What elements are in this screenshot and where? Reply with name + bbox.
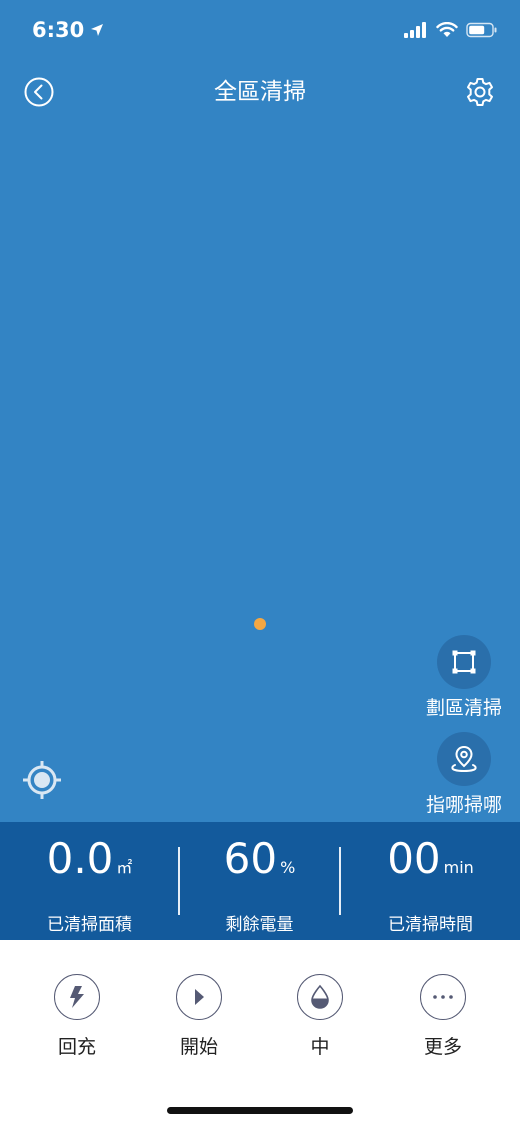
recharge-button[interactable]: 回充 [27,974,127,1059]
water-level-label: 中 [310,1036,330,1058]
water-level-button[interactable]: 中 [270,974,370,1059]
battery-value: 60 [223,834,278,883]
recharge-label: 回充 [57,1036,96,1058]
status-time: 6:30 [32,18,104,42]
water-drop-icon [311,984,329,1009]
cleaning-time-unit: min [443,858,474,877]
zone-clean-label: 劃區清掃 [425,697,502,719]
lightning-icon [70,986,84,1008]
signal-icon [404,22,426,38]
bottom-controls: 回充 開始 中 更多 [0,940,520,1126]
cleaned-area-unit: ㎡ [116,858,133,877]
zone-select-icon [452,650,476,674]
stats-divider [339,847,341,915]
more-label: 更多 [423,1036,462,1058]
robot-position-dot [254,618,266,630]
more-button[interactable]: 更多 [393,974,493,1059]
locate-robot-button[interactable] [23,761,61,799]
start-ring[interactable] [176,974,222,1020]
spot-clean-circle[interactable] [437,732,491,786]
zone-clean-circle[interactable] [437,635,491,689]
stat-cleaning-time: 00 min 已清掃時間 [344,822,517,940]
recharge-ring[interactable] [54,974,100,1020]
stats-bar: 0.0 ㎡ 已清掃面積 60 % 剩餘電量 00 min 已清掃時間 [0,822,520,940]
zone-clean-button[interactable]: 劃區清掃 [414,635,514,720]
spot-clean-button[interactable]: 指哪掃哪 [414,732,514,817]
battery-icon [466,22,497,38]
stat-cleaned-area: 0.0 ㎡ 已清掃面積 [3,822,176,940]
settings-button[interactable] [464,76,496,108]
battery-label: 剩餘電量 [225,915,294,935]
cleaning-time-value: 00 [387,834,441,883]
water-level-ring[interactable] [297,974,343,1020]
more-dots-icon [433,995,453,999]
stat-battery: 60 % 剩餘電量 [173,822,346,940]
map-area[interactable]: 6:30 全區清掃 劃區清掃 指哪掃哪 [0,0,520,822]
cleaned-area-value: 0.0 [46,834,114,883]
gear-icon [467,78,493,106]
battery-unit: % [280,858,296,877]
start-button[interactable]: 開始 [149,974,249,1059]
page-title: 全區清掃 [214,79,306,105]
map-pin-icon [451,745,477,772]
cleaning-time-label: 已清掃時間 [388,915,473,935]
status-indicators [404,22,498,38]
location-arrow-icon [91,24,104,36]
cleaned-area-label: 已清掃面積 [47,915,132,935]
wifi-icon [436,22,458,37]
more-ring[interactable] [420,974,466,1020]
locate-target-icon [23,761,61,799]
home-indicator[interactable] [167,1107,353,1114]
play-icon [195,989,204,1005]
start-label: 開始 [179,1036,218,1058]
spot-clean-label: 指哪掃哪 [425,794,502,816]
